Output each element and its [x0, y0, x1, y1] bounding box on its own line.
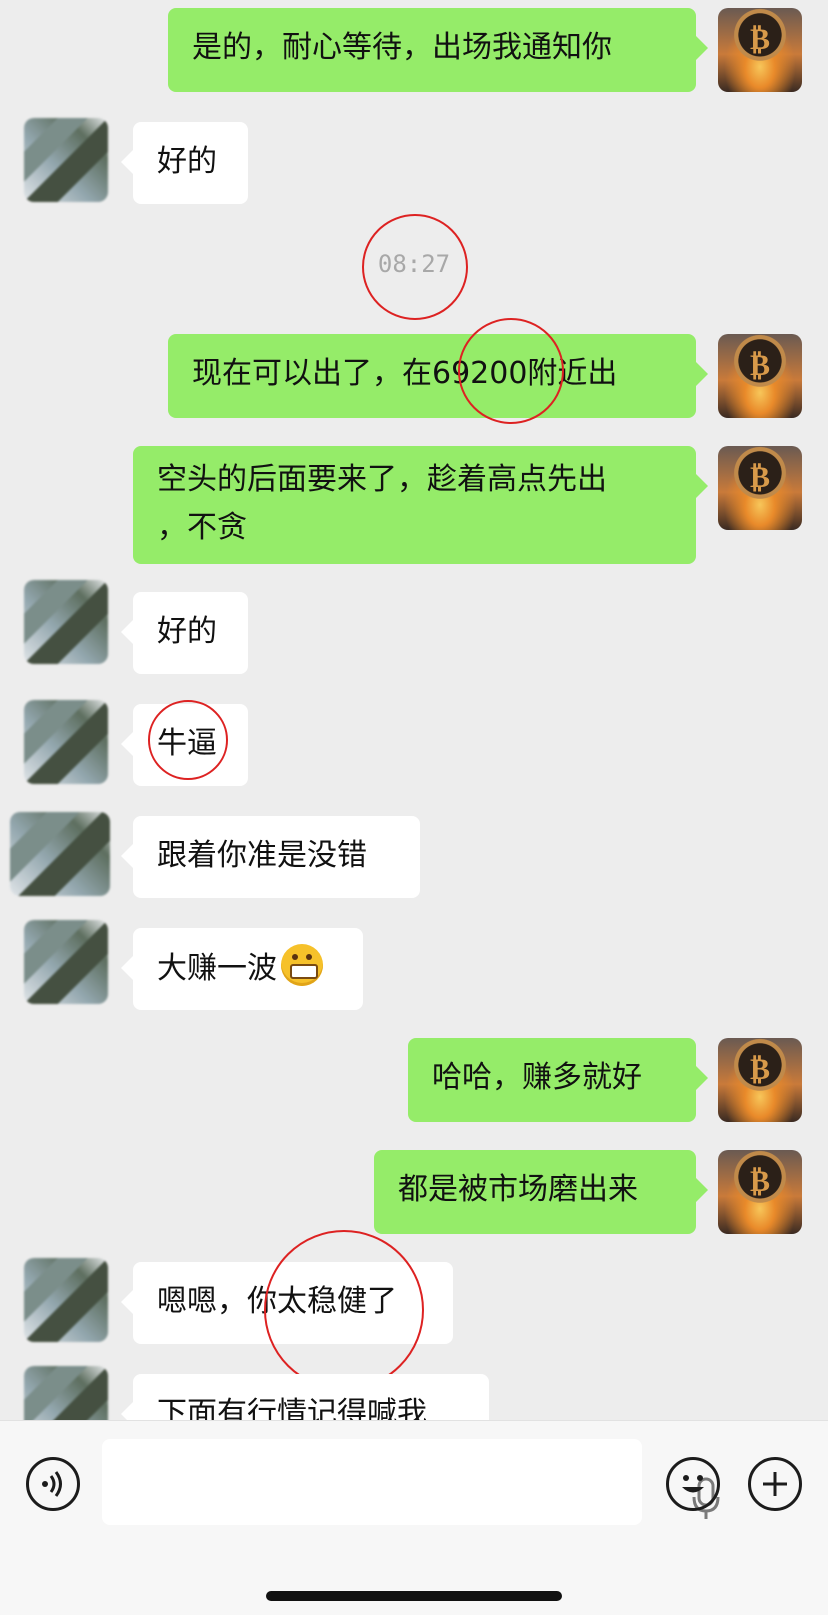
- message-text: 嗯嗯，你太稳健了: [157, 1284, 397, 1319]
- contact-avatar[interactable]: [10, 812, 110, 896]
- message-text: 现在可以出了，在69200附近出: [192, 356, 618, 391]
- message-bubble-received[interactable]: 牛逼: [121, 704, 248, 786]
- message-bubble-sent[interactable]: 哈哈，赚多就好: [408, 1038, 708, 1122]
- chat-area: 是的，耐心等待，出场我通知你 ₿ 好的 08:27 现在可以出了，在69200附…: [0, 0, 828, 1420]
- self-avatar[interactable]: ₿: [718, 1038, 802, 1122]
- message-text: 都是被市场磨出来: [398, 1172, 638, 1207]
- message-bubble-received[interactable]: 大赚一波: [121, 928, 363, 1010]
- message-text: 跟着你准是没错: [157, 838, 367, 873]
- message-text-line: 空头的后面要来了，趁着高点先出: [157, 462, 607, 497]
- message-text: 好的: [157, 614, 217, 649]
- home-indicator-bar: [266, 1591, 562, 1601]
- self-avatar[interactable]: ₿: [718, 334, 802, 418]
- bitcoin-sunset-icon: ₿: [749, 1164, 770, 1199]
- message-bubble-received[interactable]: 跟着你准是没错: [121, 816, 420, 898]
- message-bubble-received[interactable]: 下面有行情记得喊我: [121, 1374, 489, 1420]
- contact-avatar[interactable]: [24, 700, 108, 784]
- message-bubble-received[interactable]: 好的: [121, 122, 248, 204]
- plus-icon[interactable]: [748, 1457, 802, 1511]
- message-text: 哈哈，赚多就好: [432, 1060, 642, 1095]
- grinning-face-icon: [281, 944, 323, 986]
- message-bubble-sent[interactable]: 现在可以出了，在69200附近出: [168, 334, 708, 418]
- bitcoin-sunset-icon: ₿: [749, 22, 770, 57]
- input-bar: [0, 1420, 828, 1615]
- message-text: 是的，耐心等待，出场我通知你: [192, 30, 612, 65]
- message-bubble-received[interactable]: 嗯嗯，你太稳健了: [121, 1262, 453, 1344]
- self-avatar[interactable]: ₿: [718, 1150, 802, 1234]
- message-input[interactable]: [102, 1439, 720, 1525]
- contact-avatar[interactable]: [24, 1258, 108, 1342]
- message-bubble-sent[interactable]: 是的，耐心等待，出场我通知你: [168, 8, 708, 92]
- contact-avatar[interactable]: [24, 920, 108, 1004]
- bitcoin-sunset-icon: ₿: [749, 348, 770, 383]
- message-text-line: ，不贪: [157, 510, 247, 545]
- message-text: 好的: [157, 144, 217, 179]
- bitcoin-sunset-icon: ₿: [749, 1052, 770, 1087]
- message-text: 牛逼: [157, 726, 217, 761]
- contact-avatar[interactable]: [24, 1366, 108, 1420]
- message-bubble-sent[interactable]: 空头的后面要来了，趁着高点先出 ，不贪: [133, 446, 708, 564]
- bitcoin-sunset-icon: ₿: [749, 460, 770, 495]
- self-avatar[interactable]: ₿: [718, 446, 802, 530]
- self-avatar[interactable]: ₿: [718, 8, 802, 92]
- message-bubble-received[interactable]: 好的: [121, 592, 248, 674]
- message-bubble-sent[interactable]: 都是被市场磨出来: [374, 1150, 708, 1234]
- voice-icon[interactable]: [26, 1457, 80, 1511]
- emoji-icon[interactable]: [666, 1457, 720, 1511]
- message-timestamp: 08:27: [377, 250, 451, 278]
- message-text: 大赚一波: [157, 951, 277, 986]
- contact-avatar[interactable]: [24, 580, 108, 664]
- message-text: 下面有行情记得喊我: [157, 1396, 427, 1420]
- contact-avatar[interactable]: [24, 118, 108, 202]
